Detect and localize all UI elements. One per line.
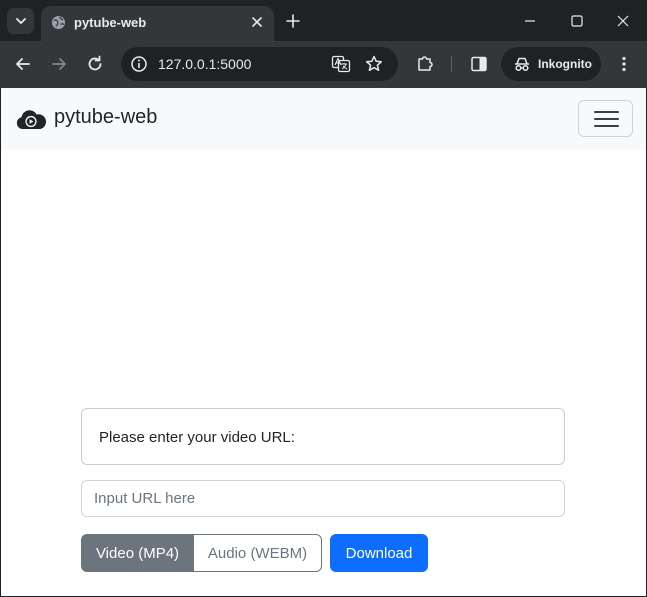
close-icon[interactable] [249,14,265,30]
close-window-icon[interactable] [613,11,633,31]
browser-tab[interactable]: pytube-web [41,6,274,41]
minimize-icon[interactable] [520,11,540,31]
plus-icon[interactable] [284,12,302,30]
translate-icon[interactable] [331,55,351,73]
incognito-icon [515,57,529,72]
video-mp4-option[interactable]: Video (MP4) [81,534,194,572]
page-viewport: pytube-web Please enter your video URL: … [1,88,646,596]
hamburger-icon [594,125,619,127]
url-input[interactable] [81,480,565,517]
cloud-play-logo[interactable] [15,108,47,131]
navbar: pytube-web [1,88,646,150]
download-button[interactable]: Download [330,534,428,572]
browser-toolbar: 127.0.0.1:5000 Inkognito [0,41,647,88]
address-url[interactable]: 127.0.0.1:5000 [158,56,251,72]
hamburger-icon [594,118,619,120]
maximize-icon[interactable] [567,11,587,31]
tab-title: pytube-web [74,15,147,30]
format-toggle-group: Video (MP4) Audio (WEBM) [81,534,322,572]
address-bar[interactable]: 127.0.0.1:5000 [121,47,398,81]
side-panel-icon[interactable] [470,55,488,73]
star-icon[interactable] [364,54,384,74]
incognito-profile-button[interactable]: Inkognito [501,47,601,81]
forward-icon[interactable] [48,53,70,75]
kebab-menu-icon[interactable] [615,55,633,73]
toolbar-divider [451,56,452,72]
brand-name[interactable]: pytube-web [54,106,157,129]
incognito-label: Inkognito [538,57,592,71]
info-icon[interactable] [130,55,148,73]
navbar-toggler[interactable] [578,100,633,137]
hamburger-icon [594,111,619,113]
back-icon[interactable] [12,53,34,75]
globe-icon [51,15,66,30]
tab-strip: pytube-web [0,0,647,41]
tab-search-button[interactable] [7,8,34,34]
chevron-down-icon [15,18,26,24]
extensions-icon[interactable] [415,53,435,73]
audio-webm-option[interactable]: Audio (WEBM) [193,534,322,572]
reload-icon[interactable] [84,53,106,75]
prompt-card: Please enter your video URL: [81,408,565,465]
prompt-text: Please enter your video URL: [99,429,295,446]
